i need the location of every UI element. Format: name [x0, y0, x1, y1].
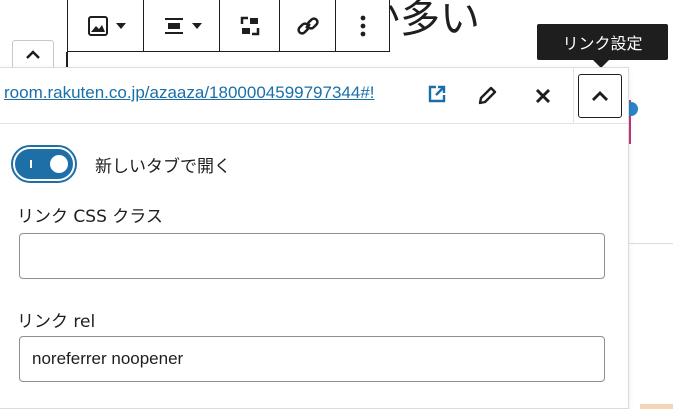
- align-icon: [164, 17, 183, 34]
- toggle-knob: [50, 155, 68, 173]
- image-button[interactable]: [68, 0, 144, 51]
- open-new-tab-row: 新しいタブで開く: [11, 145, 231, 183]
- align-button[interactable]: [144, 0, 220, 51]
- rel-input[interactable]: [19, 336, 605, 382]
- more-options-button[interactable]: [336, 0, 389, 51]
- css-class-input[interactable]: [19, 233, 605, 279]
- tooltip-link-settings: リンク設定: [537, 24, 668, 68]
- editor-divider: [66, 52, 68, 68]
- link-settings-popover: room.rakuten.co.jp/azaaza/18000045997973…: [0, 67, 629, 409]
- editor-divider: [628, 243, 673, 244]
- link-url[interactable]: room.rakuten.co.jp/azaaza/18000045997973…: [4, 83, 375, 103]
- link-button[interactable]: [280, 0, 336, 51]
- external-link-icon[interactable]: [427, 84, 447, 108]
- transform-icon: [240, 16, 259, 35]
- edit-link-button[interactable]: [471, 80, 503, 112]
- close-icon: [535, 88, 551, 104]
- transform-button[interactable]: [220, 0, 280, 51]
- block-toolbar: [67, 0, 390, 52]
- chevron-down-icon: [115, 22, 126, 29]
- pencil-icon: [478, 86, 497, 105]
- css-class-label: リンク CSS クラス: [17, 207, 163, 227]
- chevron-up-icon: [26, 50, 40, 59]
- remove-link-button[interactable]: [527, 80, 559, 112]
- collapse-button[interactable]: [12, 40, 54, 70]
- link-preview-row: room.rakuten.co.jp/azaaza/18000045997973…: [0, 68, 628, 124]
- divider: [573, 68, 574, 124]
- open-new-tab-label: 新しいタブで開く: [95, 156, 231, 177]
- rel-label: リンク rel: [17, 312, 96, 332]
- more-vertical-icon: [360, 15, 365, 36]
- chevron-down-icon: [191, 22, 202, 29]
- resize-handle[interactable]: [628, 102, 638, 116]
- decorative-strip: [640, 404, 673, 409]
- open-new-tab-toggle[interactable]: [11, 145, 77, 183]
- link-settings-toggle-button[interactable]: [578, 74, 622, 118]
- image-icon: [87, 15, 108, 36]
- toggle-on-indicator: [30, 160, 32, 168]
- link-icon: [296, 16, 319, 35]
- chevron-up-icon: [592, 90, 608, 101]
